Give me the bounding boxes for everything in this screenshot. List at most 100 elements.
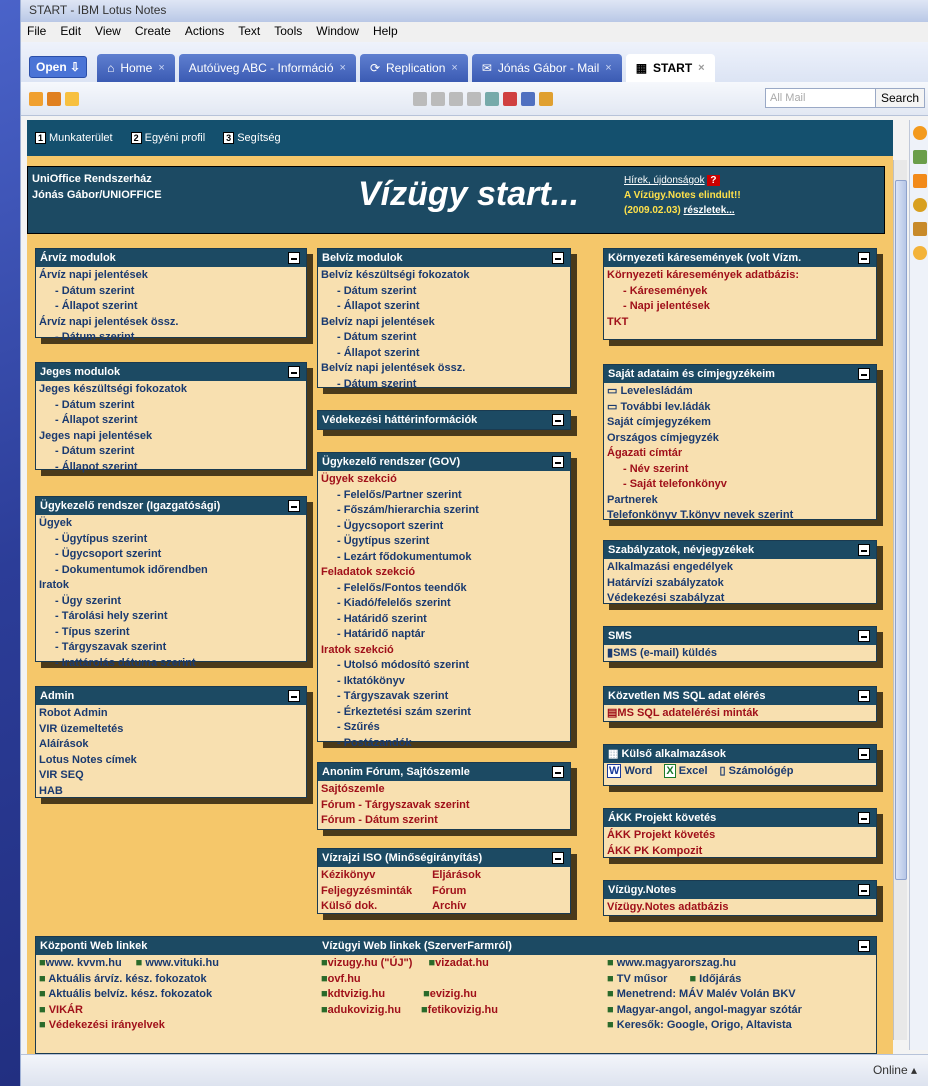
list-item[interactable]: Védekezési szabályzat (607, 591, 873, 607)
minimize-icon[interactable] (288, 690, 300, 702)
list-item[interactable]: Lotus Notes címek (39, 753, 303, 769)
menu-actions[interactable]: Actions (185, 24, 224, 40)
web-link[interactable]: ■ Aktuális árvíz. kész. fokozatok (39, 972, 321, 988)
list-item[interactable]: ▭ Levelesládám (607, 384, 873, 400)
list-item[interactable]: Jeges készültségi fokozatok (39, 382, 303, 398)
list-item[interactable]: Archív (432, 899, 481, 915)
expand-icon[interactable] (858, 884, 870, 896)
minimize-icon[interactable] (858, 368, 870, 380)
list-item[interactable]: Határvízi szabályzatok (607, 576, 873, 592)
list-item[interactable]: - Ügytípus szerint (321, 534, 567, 550)
list-item[interactable]: Belvíz napi jelentések össz. (321, 361, 567, 377)
list-item[interactable]: Alkalmazási engedélyek (607, 560, 873, 576)
list-item[interactable]: ▤MS SQL adatelérési minták (607, 706, 873, 722)
list-item[interactable]: ▭ További lev.ládák (607, 400, 873, 416)
list-item[interactable]: - Dátum szerint (39, 284, 303, 300)
web-link[interactable]: ■ TV műsor (607, 972, 667, 988)
list-item[interactable]: Saját címjegyzékem (607, 415, 873, 431)
menu-file[interactable]: File (27, 24, 46, 40)
web-link[interactable]: ■kdtvizig.hu (321, 987, 385, 1003)
minimize-icon[interactable] (858, 940, 870, 952)
minimize-icon[interactable] (858, 748, 870, 760)
web-link[interactable]: ■ www.vituki.hu (136, 956, 219, 972)
web-link[interactable]: ■www. kvvm.hu (39, 956, 122, 972)
list-item[interactable]: - Tárgyszavak szerint (321, 689, 567, 705)
list-item[interactable]: - Főszám/hierarchia szerint (321, 503, 567, 519)
menu-text[interactable]: Text (238, 24, 260, 40)
list-item[interactable]: - Ügytípus szerint (39, 532, 303, 548)
list-item[interactable]: - Típus szerint (39, 625, 303, 641)
list-item[interactable]: - Név szerint (607, 462, 873, 478)
window-icon[interactable] (65, 91, 79, 106)
minimize-icon[interactable] (858, 252, 870, 264)
list-item[interactable]: - Szűrés (321, 720, 567, 736)
list-item[interactable]: TKT (607, 315, 873, 331)
list-item[interactable]: Telefonkönyv T.könyv nevek szerint (607, 508, 873, 524)
feeds-icon[interactable] (912, 174, 927, 188)
list-item[interactable]: - Tárolási hely szerint (39, 609, 303, 625)
list-item[interactable]: ÁKK Projekt követés (607, 828, 873, 844)
minimize-icon[interactable] (552, 456, 564, 468)
list-item[interactable]: - Állapot szerint (39, 299, 303, 315)
copy-icon[interactable] (431, 91, 445, 106)
tab-autouveg[interactable]: Autóüveg ABC - Információ × (178, 54, 356, 82)
list-item[interactable]: - Postázandók (321, 736, 567, 752)
web-link[interactable]: ■ Aktuális belvíz. kész. fokozatok (39, 987, 321, 1003)
list-item[interactable]: - Állapot szerint (321, 299, 567, 315)
list-item[interactable]: - Ügycsoport szerint (321, 519, 567, 535)
list-item[interactable]: - Káresemények (607, 284, 873, 300)
tab-start[interactable]: ▦ START × (625, 54, 715, 82)
list-item[interactable]: Iratok szekció (321, 643, 567, 659)
list-item[interactable]: Partnerek (607, 493, 873, 509)
document-icon[interactable] (467, 91, 481, 106)
widget-icon[interactable] (912, 246, 927, 260)
close-icon[interactable]: × (158, 62, 164, 74)
list-item[interactable]: Sajtószemle (321, 782, 567, 798)
list-item[interactable]: ÁKK PK Kompozit (607, 844, 873, 860)
list-item[interactable]: - Utolsó módosító szerint (321, 658, 567, 674)
minimize-icon[interactable] (552, 766, 564, 778)
web-link[interactable]: ■ www.magyarorszag.hu (607, 956, 873, 972)
activities-icon[interactable] (912, 198, 927, 212)
sametime-icon[interactable] (912, 126, 927, 140)
news-link[interactable]: Hírek, újdonságok (624, 175, 705, 186)
list-item[interactable]: Fórum - Tárgyszavak szerint (321, 798, 567, 814)
expand-icon[interactable] (552, 414, 564, 426)
list-item[interactable]: Belvíz napi jelentések (321, 315, 567, 331)
list-item[interactable]: - Tárgyszavak szerint (39, 640, 303, 656)
help-icon[interactable]: ? (707, 175, 720, 186)
menu-create[interactable]: Create (135, 24, 171, 40)
close-icon[interactable]: × (605, 62, 611, 74)
vertical-scrollbar[interactable] (893, 160, 907, 1040)
web-link[interactable]: ■evizig.hu (423, 987, 477, 1003)
list-item[interactable]: ▮SMS (e-mail) küldés (607, 646, 873, 662)
web-link[interactable]: ■adukovizig.hu (321, 1003, 401, 1019)
online-status[interactable]: Online ▴ (873, 1063, 917, 1077)
scrollbar-thumb[interactable] (895, 180, 907, 880)
web-link[interactable]: ■fetikovizig.hu (421, 1003, 498, 1019)
list-item[interactable]: VIR üzemeltetés (39, 722, 303, 738)
briefcase-icon[interactable] (912, 222, 927, 236)
list-item[interactable]: - Ügycsoport szerint (39, 547, 303, 563)
minimize-icon[interactable] (858, 630, 870, 642)
list-item[interactable]: Feladatok szekció (321, 565, 567, 581)
list-item[interactable]: - Kiadó/felelős szerint (321, 596, 567, 612)
list-item[interactable]: Ágazati címtár (607, 446, 873, 462)
list-item[interactable]: - Irattárolás dátuma szerint (39, 656, 303, 672)
calendar-icon[interactable] (912, 150, 927, 164)
web-link[interactable]: ■ VIKÁR (39, 1003, 321, 1019)
menu-window[interactable]: Window (316, 24, 359, 40)
menu-tools[interactable]: Tools (274, 24, 302, 40)
nav-segitseg[interactable]: 3 Segítség (223, 132, 281, 144)
minimize-icon[interactable] (288, 366, 300, 378)
list-item[interactable]: Belvíz készültségi fokozatok (321, 268, 567, 284)
web-link[interactable]: ■vizadat.hu (428, 956, 488, 972)
list-item[interactable]: - Iktatókönyv (321, 674, 567, 690)
briefcase-icon[interactable] (47, 91, 61, 106)
list-item[interactable]: Jeges napi jelentések (39, 429, 303, 445)
list-item[interactable]: - Állapot szerint (39, 413, 303, 429)
web-link[interactable]: ■ Menetrend: MÁV Malév Volán BKV (607, 987, 873, 1003)
list-item[interactable]: Árvíz napi jelentések össz. (39, 315, 303, 331)
list-item[interactable]: Ügyek (39, 516, 303, 532)
minimize-icon[interactable] (288, 500, 300, 512)
